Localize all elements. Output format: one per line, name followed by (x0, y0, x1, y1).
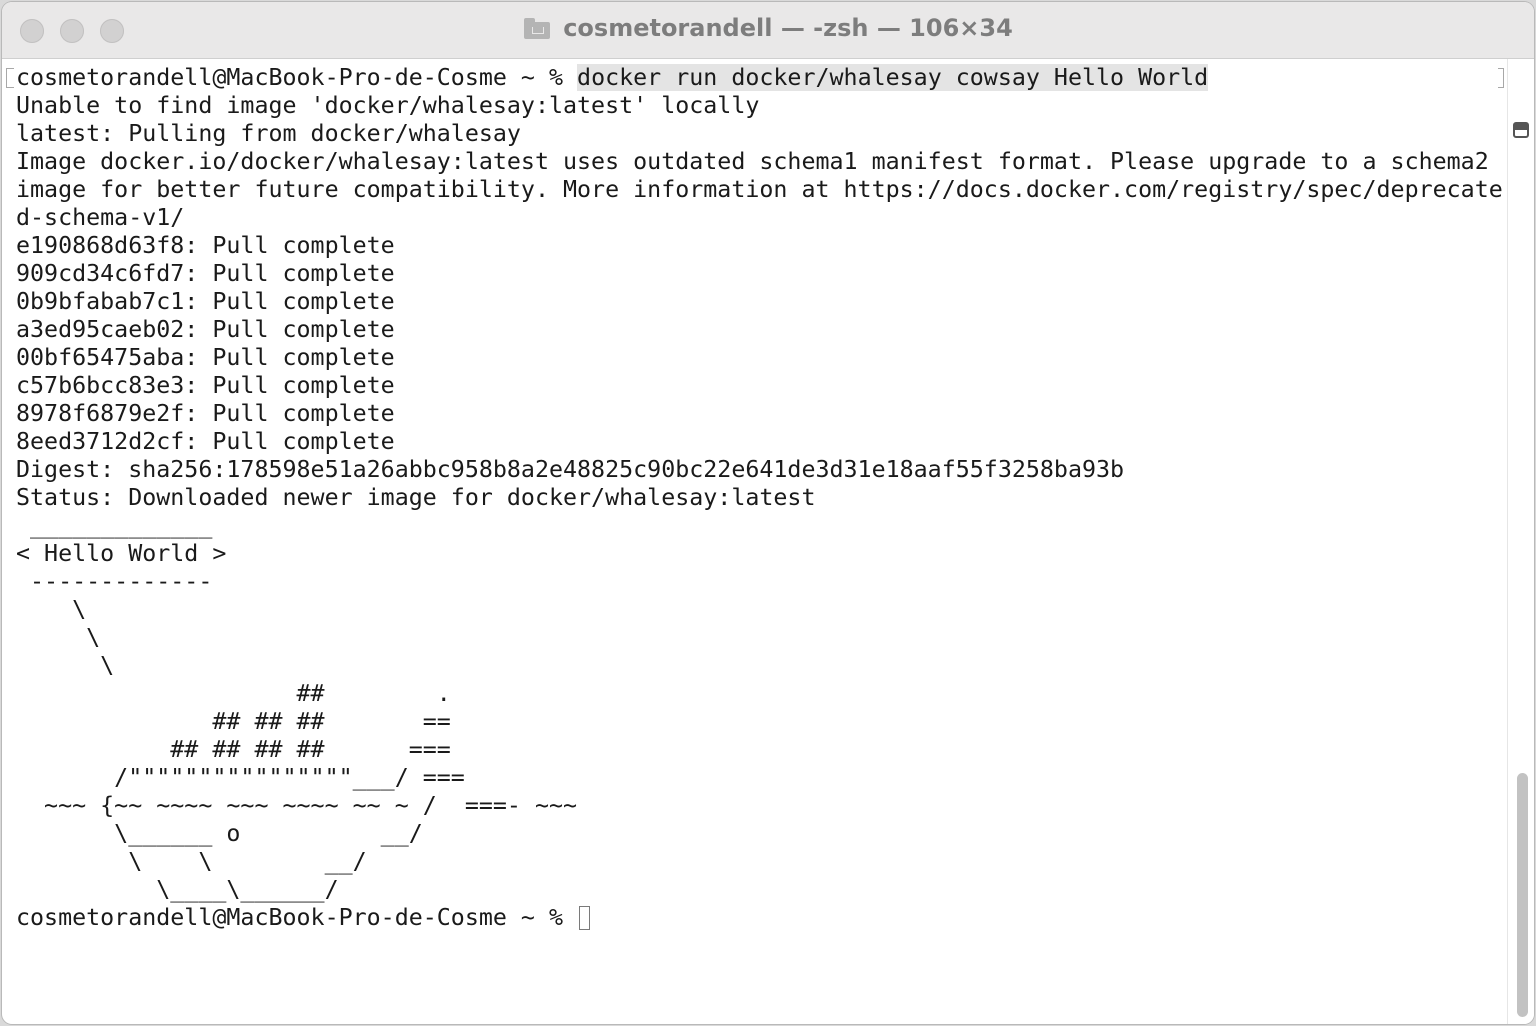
text-cursor (579, 906, 591, 930)
output-line: ------------- (16, 568, 213, 595)
output-line: Status: Downloaded newer image for docke… (16, 484, 816, 511)
terminal-window: cosmetorandell — -zsh — 106×34 cosmetora… (2, 2, 1534, 1024)
window-title: cosmetorandell — -zsh — 106×34 (563, 14, 1013, 42)
mark-bracket-right (1498, 68, 1504, 88)
scrollbar-thumb[interactable] (1517, 773, 1528, 1017)
command-line: cosmetorandell@MacBook-Pro-de-Cosme ~ % … (16, 64, 1498, 92)
split-pane-icon[interactable] (1513, 122, 1529, 138)
output-line: \ (16, 596, 87, 623)
output-line: \______ o __/ (16, 820, 423, 847)
window-title-group: cosmetorandell — -zsh — 106×34 (2, 14, 1534, 46)
output-line: a3ed95caeb02: Pull complete (16, 316, 395, 343)
output-line: latest: Pulling from docker/whalesay (16, 120, 521, 147)
command-text: docker run docker/whalesay cowsay Hello … (577, 64, 1209, 91)
output-line: e190868d63f8: Pull complete (16, 232, 395, 259)
output-line: \ (16, 652, 115, 679)
output-line: d-schema-v1/ (16, 204, 185, 231)
output-line: < Hello World > (16, 540, 227, 567)
output-line: \____\______/ (16, 876, 339, 903)
folder-icon (523, 17, 551, 39)
command-output: Unable to find image 'docker/whalesay:la… (16, 92, 1503, 904)
output-line: /""""""""""""""""___/ === (16, 764, 465, 791)
output-line: 909cd34c6fd7: Pull complete (16, 260, 395, 287)
output-line: image for better future compatibility. M… (16, 176, 1503, 203)
active-prompt-line[interactable]: cosmetorandell@MacBook-Pro-de-Cosme ~ % (16, 904, 1498, 932)
output-line: 00bf65475aba: Pull complete (16, 344, 395, 371)
terminal-content[interactable]: cosmetorandell@MacBook-Pro-de-Cosme ~ % … (16, 64, 1503, 1024)
output-line: Unable to find image 'docker/whalesay:la… (16, 92, 760, 119)
output-line: Image docker.io/docker/whalesay:latest u… (16, 148, 1489, 175)
output-line: \ \ __/ (16, 848, 367, 875)
mark-bracket-left (6, 68, 14, 88)
output-line: ~~~ {~~ ~~~~ ~~~ ~~~~ ~~ ~ / ===- ~~~ (16, 792, 578, 819)
output-line: ## . (16, 680, 451, 707)
prompt: cosmetorandell@MacBook-Pro-de-Cosme ~ % (16, 64, 578, 91)
output-line: 8978f6879e2f: Pull complete (16, 400, 395, 427)
output-line: \ (16, 624, 101, 651)
output-line: ## ## ## == (16, 708, 451, 735)
output-line: ## ## ## ## === (16, 736, 451, 763)
output-line: _____________ (16, 512, 213, 539)
final-prompt: cosmetorandell@MacBook-Pro-de-Cosme ~ % (16, 904, 578, 931)
title-bar[interactable]: cosmetorandell — -zsh — 106×34 (2, 2, 1534, 59)
output-line: 0b9bfabab7c1: Pull complete (16, 288, 395, 315)
output-line: 8eed3712d2cf: Pull complete (16, 428, 395, 455)
output-line: Digest: sha256:178598e51a26abbc958b8a2e4… (16, 456, 1125, 483)
output-line: c57b6bcc83e3: Pull complete (16, 372, 395, 399)
